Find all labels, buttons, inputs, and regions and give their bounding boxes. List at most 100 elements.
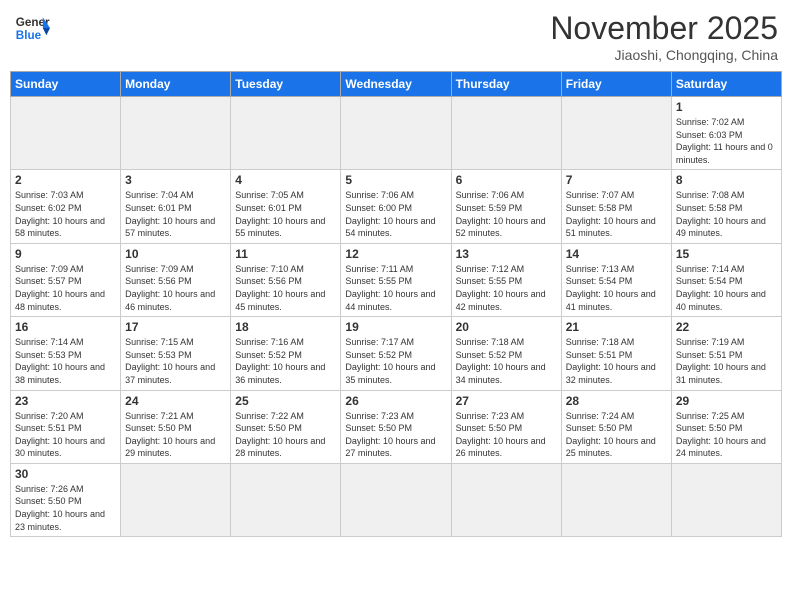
day-info: Sunrise: 7:02 AMSunset: 6:03 PMDaylight:… (676, 116, 777, 166)
calendar-cell: 9 Sunrise: 7:09 AMSunset: 5:57 PMDaylight… (11, 243, 121, 316)
calendar-cell: 7 Sunrise: 7:07 AMSunset: 5:58 PMDaylight… (561, 170, 671, 243)
day-info: Sunrise: 7:23 AMSunset: 5:50 PMDaylight:… (345, 410, 446, 460)
calendar-cell: 19 Sunrise: 7:17 AMSunset: 5:52 PMDayligh… (341, 317, 451, 390)
calendar-cell: 26 Sunrise: 7:23 AMSunset: 5:50 PMDayligh… (341, 390, 451, 463)
day-info: Sunrise: 7:18 AMSunset: 5:52 PMDaylight:… (456, 336, 557, 386)
calendar-cell: 30 Sunrise: 7:26 AMSunset: 5:50 PMDayligh… (11, 463, 121, 536)
day-info: Sunrise: 7:13 AMSunset: 5:54 PMDaylight:… (566, 263, 667, 313)
logo: General Blue (14, 10, 50, 46)
calendar-cell: 6Sunrise: 7:06 AMSunset: 5:59 PMDaylight… (451, 170, 561, 243)
calendar-cell: 5 Sunrise: 7:06 AMSunset: 6:00 PMDaylight… (341, 170, 451, 243)
day-number: 9 (15, 247, 116, 261)
day-info: Sunrise: 7:08 AMSunset: 5:58 PMDaylight:… (676, 189, 777, 239)
day-number: 8 (676, 173, 777, 187)
header: General Blue November 2025 Jiaoshi, Chon… (10, 10, 782, 63)
day-info: Sunrise: 7:09 AMSunset: 5:57 PMDaylight:… (15, 263, 116, 313)
day-number: 30 (15, 467, 116, 481)
day-info: Sunrise: 7:11 AMSunset: 5:55 PMDaylight:… (345, 263, 446, 313)
day-info: Sunrise: 7:18 AMSunset: 5:51 PMDaylight:… (566, 336, 667, 386)
month-title: November 2025 (550, 10, 778, 47)
calendar-cell: 16Sunrise: 7:14 AMSunset: 5:53 PMDayligh… (11, 317, 121, 390)
day-number: 11 (235, 247, 336, 261)
col-header-friday: Friday (561, 72, 671, 97)
day-info: Sunrise: 7:23 AMSunset: 5:50 PMDaylight:… (456, 410, 557, 460)
calendar-cell (121, 463, 231, 536)
calendar-cell: 10Sunrise: 7:09 AMSunset: 5:56 PMDayligh… (121, 243, 231, 316)
calendar-cell: 2 Sunrise: 7:03 AMSunset: 6:02 PMDaylight… (11, 170, 121, 243)
calendar-cell: 29 Sunrise: 7:25 AMSunset: 5:50 PMDayligh… (671, 390, 781, 463)
calendar-cell: 20 Sunrise: 7:18 AMSunset: 5:52 PMDayligh… (451, 317, 561, 390)
col-header-monday: Monday (121, 72, 231, 97)
calendar-week-row: 30 Sunrise: 7:26 AMSunset: 5:50 PMDayligh… (11, 463, 782, 536)
calendar-cell: 4Sunrise: 7:05 AMSunset: 6:01 PMDaylight… (231, 170, 341, 243)
calendar-cell (341, 97, 451, 170)
day-number: 5 (345, 173, 446, 187)
day-info: Sunrise: 7:26 AMSunset: 5:50 PMDaylight:… (15, 483, 116, 533)
col-header-wednesday: Wednesday (341, 72, 451, 97)
day-info: Sunrise: 7:09 AMSunset: 5:56 PMDaylight:… (125, 263, 226, 313)
location: Jiaoshi, Chongqing, China (550, 47, 778, 63)
day-info: Sunrise: 7:14 AMSunset: 5:54 PMDaylight:… (676, 263, 777, 313)
day-info: Sunrise: 7:14 AMSunset: 5:53 PMDaylight:… (15, 336, 116, 386)
calendar-page: General Blue November 2025 Jiaoshi, Chon… (0, 0, 792, 612)
day-number: 26 (345, 394, 446, 408)
day-info: Sunrise: 7:15 AMSunset: 5:53 PMDaylight:… (125, 336, 226, 386)
calendar-cell (671, 463, 781, 536)
day-number: 19 (345, 320, 446, 334)
calendar-week-row: 16Sunrise: 7:14 AMSunset: 5:53 PMDayligh… (11, 317, 782, 390)
day-info: Sunrise: 7:10 AMSunset: 5:56 PMDaylight:… (235, 263, 336, 313)
calendar-table: SundayMondayTuesdayWednesdayThursdayFrid… (10, 71, 782, 537)
logo-icon: General Blue (14, 10, 50, 46)
calendar-week-row: 9 Sunrise: 7:09 AMSunset: 5:57 PMDaylight… (11, 243, 782, 316)
calendar-cell (121, 97, 231, 170)
calendar-cell (231, 97, 341, 170)
day-number: 20 (456, 320, 557, 334)
day-number: 7 (566, 173, 667, 187)
calendar-cell: 22Sunrise: 7:19 AMSunset: 5:51 PMDayligh… (671, 317, 781, 390)
calendar-cell: 28 Sunrise: 7:24 AMSunset: 5:50 PMDayligh… (561, 390, 671, 463)
calendar-cell: 23 Sunrise: 7:20 AMSunset: 5:51 PMDayligh… (11, 390, 121, 463)
day-number: 6 (456, 173, 557, 187)
day-number: 23 (15, 394, 116, 408)
day-number: 2 (15, 173, 116, 187)
day-number: 29 (676, 394, 777, 408)
day-info: Sunrise: 7:17 AMSunset: 5:52 PMDaylight:… (345, 336, 446, 386)
day-info: Sunrise: 7:06 AMSunset: 6:00 PMDaylight:… (345, 189, 446, 239)
calendar-cell: 25 Sunrise: 7:22 AMSunset: 5:50 PMDayligh… (231, 390, 341, 463)
calendar-week-row: 2 Sunrise: 7:03 AMSunset: 6:02 PMDaylight… (11, 170, 782, 243)
day-number: 12 (345, 247, 446, 261)
calendar-cell (11, 97, 121, 170)
calendar-week-row: 23 Sunrise: 7:20 AMSunset: 5:51 PMDayligh… (11, 390, 782, 463)
calendar-cell (451, 463, 561, 536)
col-header-sunday: Sunday (11, 72, 121, 97)
calendar-cell: 12 Sunrise: 7:11 AMSunset: 5:55 PMDayligh… (341, 243, 451, 316)
day-number: 21 (566, 320, 667, 334)
col-header-tuesday: Tuesday (231, 72, 341, 97)
day-info: Sunrise: 7:19 AMSunset: 5:51 PMDaylight:… (676, 336, 777, 386)
calendar-cell: 1 Sunrise: 7:02 AMSunset: 6:03 PMDaylight… (671, 97, 781, 170)
day-number: 1 (676, 100, 777, 114)
calendar-cell: 8 Sunrise: 7:08 AMSunset: 5:58 PMDaylight… (671, 170, 781, 243)
day-info: Sunrise: 7:07 AMSunset: 5:58 PMDaylight:… (566, 189, 667, 239)
day-number: 17 (125, 320, 226, 334)
day-number: 3 (125, 173, 226, 187)
title-block: November 2025 Jiaoshi, Chongqing, China (550, 10, 778, 63)
day-number: 24 (125, 394, 226, 408)
calendar-cell: 18Sunrise: 7:16 AMSunset: 5:52 PMDayligh… (231, 317, 341, 390)
day-info: Sunrise: 7:21 AMSunset: 5:50 PMDaylight:… (125, 410, 226, 460)
calendar-cell (561, 463, 671, 536)
day-info: Sunrise: 7:20 AMSunset: 5:51 PMDaylight:… (15, 410, 116, 460)
calendar-header-row: SundayMondayTuesdayWednesdayThursdayFrid… (11, 72, 782, 97)
day-info: Sunrise: 7:25 AMSunset: 5:50 PMDaylight:… (676, 410, 777, 460)
day-number: 25 (235, 394, 336, 408)
calendar-cell: 17 Sunrise: 7:15 AMSunset: 5:53 PMDayligh… (121, 317, 231, 390)
day-info: Sunrise: 7:24 AMSunset: 5:50 PMDaylight:… (566, 410, 667, 460)
calendar-cell (561, 97, 671, 170)
day-info: Sunrise: 7:22 AMSunset: 5:50 PMDaylight:… (235, 410, 336, 460)
calendar-cell: 15Sunrise: 7:14 AMSunset: 5:54 PMDayligh… (671, 243, 781, 316)
calendar-cell: 14Sunrise: 7:13 AMSunset: 5:54 PMDayligh… (561, 243, 671, 316)
calendar-cell: 27Sunrise: 7:23 AMSunset: 5:50 PMDayligh… (451, 390, 561, 463)
day-info: Sunrise: 7:04 AMSunset: 6:01 PMDaylight:… (125, 189, 226, 239)
day-number: 28 (566, 394, 667, 408)
day-info: Sunrise: 7:03 AMSunset: 6:02 PMDaylight:… (15, 189, 116, 239)
